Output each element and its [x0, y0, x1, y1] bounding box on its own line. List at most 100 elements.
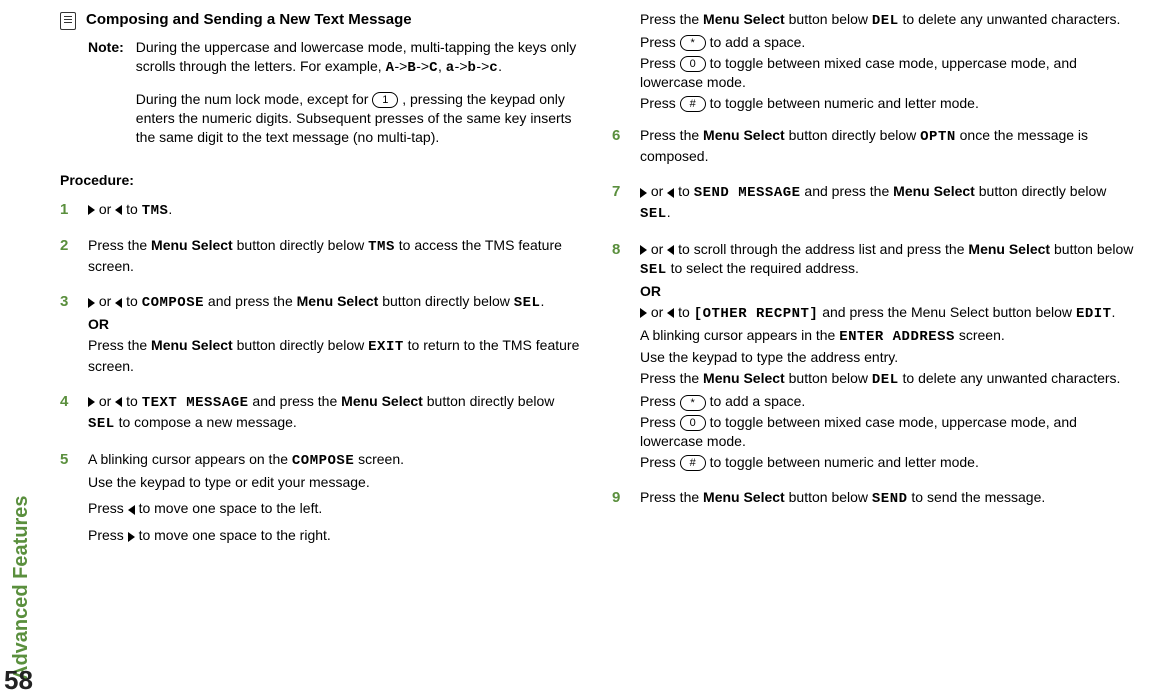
menu-select-label: Menu Select	[703, 370, 785, 386]
text-to: to	[126, 201, 142, 217]
text-or: or	[99, 201, 115, 217]
text: and press the	[801, 183, 894, 199]
softkey-del: DEL	[872, 13, 899, 29]
note-arrow: ->	[476, 58, 489, 74]
step-8: 8 or to scroll through the address list …	[612, 240, 1136, 474]
note-label: Note:	[88, 38, 124, 158]
screen-enter-address: ENTER ADDRESS	[839, 329, 955, 345]
text: to compose a new message.	[115, 414, 297, 430]
text: Press	[640, 95, 680, 111]
note-text: During the num lock mode, except for	[136, 91, 373, 107]
text: Press	[640, 393, 680, 409]
menu-select-label: Menu Select	[703, 127, 785, 143]
softkey-compose: COMPOSE	[292, 453, 354, 469]
column-right: Press the Menu Select button below DEL t…	[612, 10, 1136, 690]
text: to move one space to the right.	[135, 527, 331, 543]
softkey-tms: TMS	[368, 239, 395, 255]
key-hash: #	[680, 96, 706, 112]
text: button directly below	[233, 337, 368, 353]
text: .	[168, 201, 172, 217]
text: screen.	[354, 451, 404, 467]
text: button below	[785, 489, 872, 505]
text: Press the	[640, 489, 703, 505]
key-star: *	[680, 395, 706, 411]
softkey-sel: SEL	[640, 262, 667, 278]
text: screen.	[955, 327, 1005, 343]
menu-select-label: Menu Select	[703, 489, 785, 505]
menu-select-label: Menu Select	[341, 393, 423, 409]
text: button directly below	[378, 293, 513, 309]
arrow-right-icon	[640, 188, 647, 198]
text: Use the keypad to type the address entry…	[640, 348, 1136, 367]
menu-select-label: Menu Select	[703, 11, 785, 27]
text-to: to	[122, 293, 141, 309]
text: A blinking cursor appears on the	[88, 451, 292, 467]
step-7: 7 or to SEND MESSAGE and press the Menu …	[612, 182, 1136, 226]
text: to add a space.	[706, 393, 806, 409]
heading-row: Composing and Sending a New Text Message	[60, 10, 584, 30]
softkey-edit: EDIT	[1076, 306, 1112, 322]
procedure-label: Procedure:	[60, 171, 584, 190]
softkey-optn: OPTN	[920, 129, 956, 145]
step-9: 9 Press the Menu Select button below SEN…	[612, 488, 1136, 511]
text: Press	[640, 414, 680, 430]
note-paragraph-1: During the uppercase and lowercase mode,…	[136, 38, 584, 78]
softkey-exit: EXIT	[368, 339, 404, 355]
text: and press the Menu Select button below	[818, 304, 1076, 320]
step-number: 9	[612, 488, 630, 511]
note-period: .	[498, 58, 502, 74]
step-body: or to SEND MESSAGE and press the Menu Se…	[640, 182, 1136, 226]
note-arrow: ->	[416, 58, 429, 74]
note-arrow: ->	[394, 58, 407, 74]
arrow-right-icon	[88, 298, 95, 308]
note-seq: C	[429, 60, 438, 76]
or-label: OR	[640, 282, 1136, 301]
text: Press	[88, 500, 128, 516]
text: to add a space.	[706, 34, 806, 50]
page-number: 58	[4, 663, 33, 698]
text: button below	[785, 11, 872, 27]
arrow-right-icon	[640, 245, 647, 255]
text-to: to	[674, 304, 693, 320]
text: button directly below	[975, 183, 1107, 199]
text: Press the	[640, 127, 703, 143]
step-body: or to TMS.	[88, 200, 584, 223]
note-seq: c	[489, 60, 498, 76]
note-body: During the uppercase and lowercase mode,…	[136, 38, 584, 158]
text: to delete any unwanted characters.	[899, 11, 1121, 27]
text: to toggle between mixed case mode, upper…	[640, 414, 1077, 449]
step-5: 5 A blinking cursor appears on the COMPO…	[60, 450, 584, 548]
note-seq: B	[407, 60, 416, 76]
step-number: 8	[612, 240, 630, 474]
text: to select the required address.	[667, 260, 859, 276]
softkey-compose: COMPOSE	[142, 295, 204, 311]
step-number: 1	[60, 200, 78, 223]
menu-select-label: Menu Select	[968, 241, 1050, 257]
step-6: 6 Press the Menu Select button directly …	[612, 126, 1136, 168]
note-seq: a	[446, 60, 455, 76]
text: Press the	[88, 337, 151, 353]
softkey-del: DEL	[872, 372, 899, 388]
arrow-left-icon	[128, 505, 135, 515]
arrow-right-icon	[640, 308, 647, 318]
text-or: or	[647, 304, 667, 320]
menu-select-label: Menu Select	[151, 337, 233, 353]
or-label: OR	[88, 315, 584, 334]
section-heading: Composing and Sending a New Text Message	[86, 10, 412, 30]
arrow-right-icon	[88, 397, 95, 407]
softkey-sel: SEL	[88, 416, 115, 432]
step-number: 5	[60, 450, 78, 548]
text: to scroll through the address list and p…	[674, 241, 968, 257]
step-1: 1 or to TMS.	[60, 200, 584, 223]
step-number: 3	[60, 292, 78, 378]
step-number: 4	[60, 392, 78, 436]
text: Press the	[640, 370, 703, 386]
text: to toggle between mixed case mode, upper…	[640, 55, 1077, 90]
text: to toggle between numeric and letter mod…	[706, 95, 979, 111]
text-or: or	[95, 393, 115, 409]
key-1: 1	[372, 92, 398, 108]
text-or: or	[647, 183, 667, 199]
note-arrow: ->	[455, 58, 468, 74]
text-or: or	[647, 241, 667, 257]
arrow-left-icon	[115, 205, 122, 215]
